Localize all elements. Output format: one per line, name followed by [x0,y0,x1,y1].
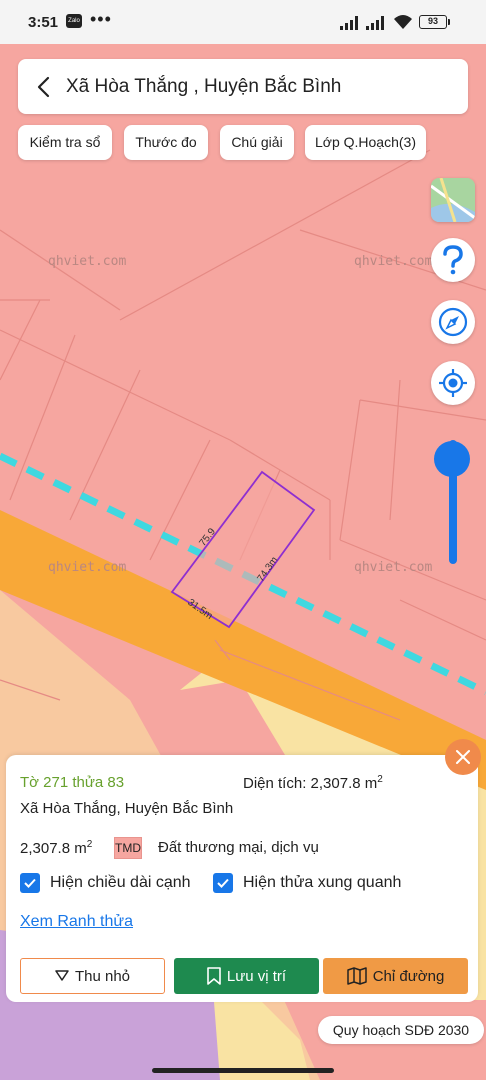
parcel-address: Xã Hòa Thắng, Huyện Bắc Bình [20,800,234,817]
zoom-slider-handle[interactable] [434,440,470,477]
watermark: qhviet.com [354,560,433,575]
planning-layers-button[interactable]: Lớp Q.Hoạch(3) [305,125,426,160]
back-icon[interactable] [32,75,56,99]
area-label: Diện tích: 2,307.8 m2 [243,774,383,792]
page-title: Xã Hòa Thắng , Huyện Bắc Bình [66,76,342,97]
compass-icon[interactable] [431,300,475,344]
map-thumbnail-icon[interactable] [431,178,475,222]
battery-icon: 93 [419,15,450,29]
parcel-info-panel: Tờ 271 thửa 83 Diện tích: 2,307.8 m2 Xã … [6,755,478,1002]
watermark: qhviet.com [48,254,127,269]
signal-icon [340,16,358,30]
directions-button[interactable]: Chỉ đường [323,958,468,994]
size-unit-superscript: 2 [86,839,93,850]
wifi-icon [394,15,412,29]
show-neighbors-label: Hiện thửa xung quanh [243,874,402,891]
parcel-size: 2,307.8 m2 [20,839,92,857]
question-icon[interactable] [431,238,475,282]
show-edge-lengths-checkbox[interactable]: Hiện chiều dài cạnh [20,873,191,893]
close-icon [456,750,470,764]
status-bar: 3:51 Zalo ••• 93 [0,0,486,44]
directions-label: Chỉ đường [372,967,445,985]
area-unit-superscript: 2 [377,774,383,785]
bookmark-icon [207,967,221,985]
save-location-label: Lưu vị trí [226,967,287,985]
watermark: qhviet.com [354,254,433,269]
watermark: qhviet.com [48,560,127,575]
battery-level: 93 [427,16,438,26]
show-edge-lengths-label: Hiện chiều dài cạnh [50,874,191,891]
clock: 3:51 [28,14,59,31]
collapse-label: Thu nhỏ [74,967,131,985]
parcel-size-value: 2,307.8 m [20,840,87,857]
close-panel-button[interactable] [445,739,481,775]
land-use-plan-badge[interactable]: Quy hoạch SDĐ 2030 [318,1016,484,1044]
location-header: Xã Hòa Thắng , Huyện Bắc Bình [18,59,468,114]
checkmark-icon[interactable] [213,873,233,893]
parcel-id: Tờ 271 thửa 83 [20,774,125,791]
view-boundary-link[interactable]: Xem Ranh thửa [20,913,133,931]
collapse-button[interactable]: Thu nhỏ [20,958,165,994]
land-use-type: Đất thương mại, dịch vụ [158,839,319,856]
land-use-code-badge: TMD [114,837,142,859]
map-icon [346,967,367,985]
zalo-icon: Zalo [66,14,82,28]
save-location-button[interactable]: Lưu vị trí [174,958,319,994]
my-location-icon[interactable] [431,361,475,405]
checkmark-icon[interactable] [20,873,40,893]
triangle-down-icon [55,970,69,982]
area-label-text: Diện tích: 2,307.8 m [243,775,378,792]
show-neighbors-checkbox[interactable]: Hiện thửa xung quanh [213,873,401,893]
home-indicator[interactable] [152,1068,334,1073]
check-book-button[interactable]: Kiểm tra sổ [18,125,112,160]
ruler-button[interactable]: Thước đo [124,125,208,160]
legend-button[interactable]: Chú giải [220,125,294,160]
signal-icon [366,16,384,30]
more-notifications-icon: ••• [90,9,112,29]
